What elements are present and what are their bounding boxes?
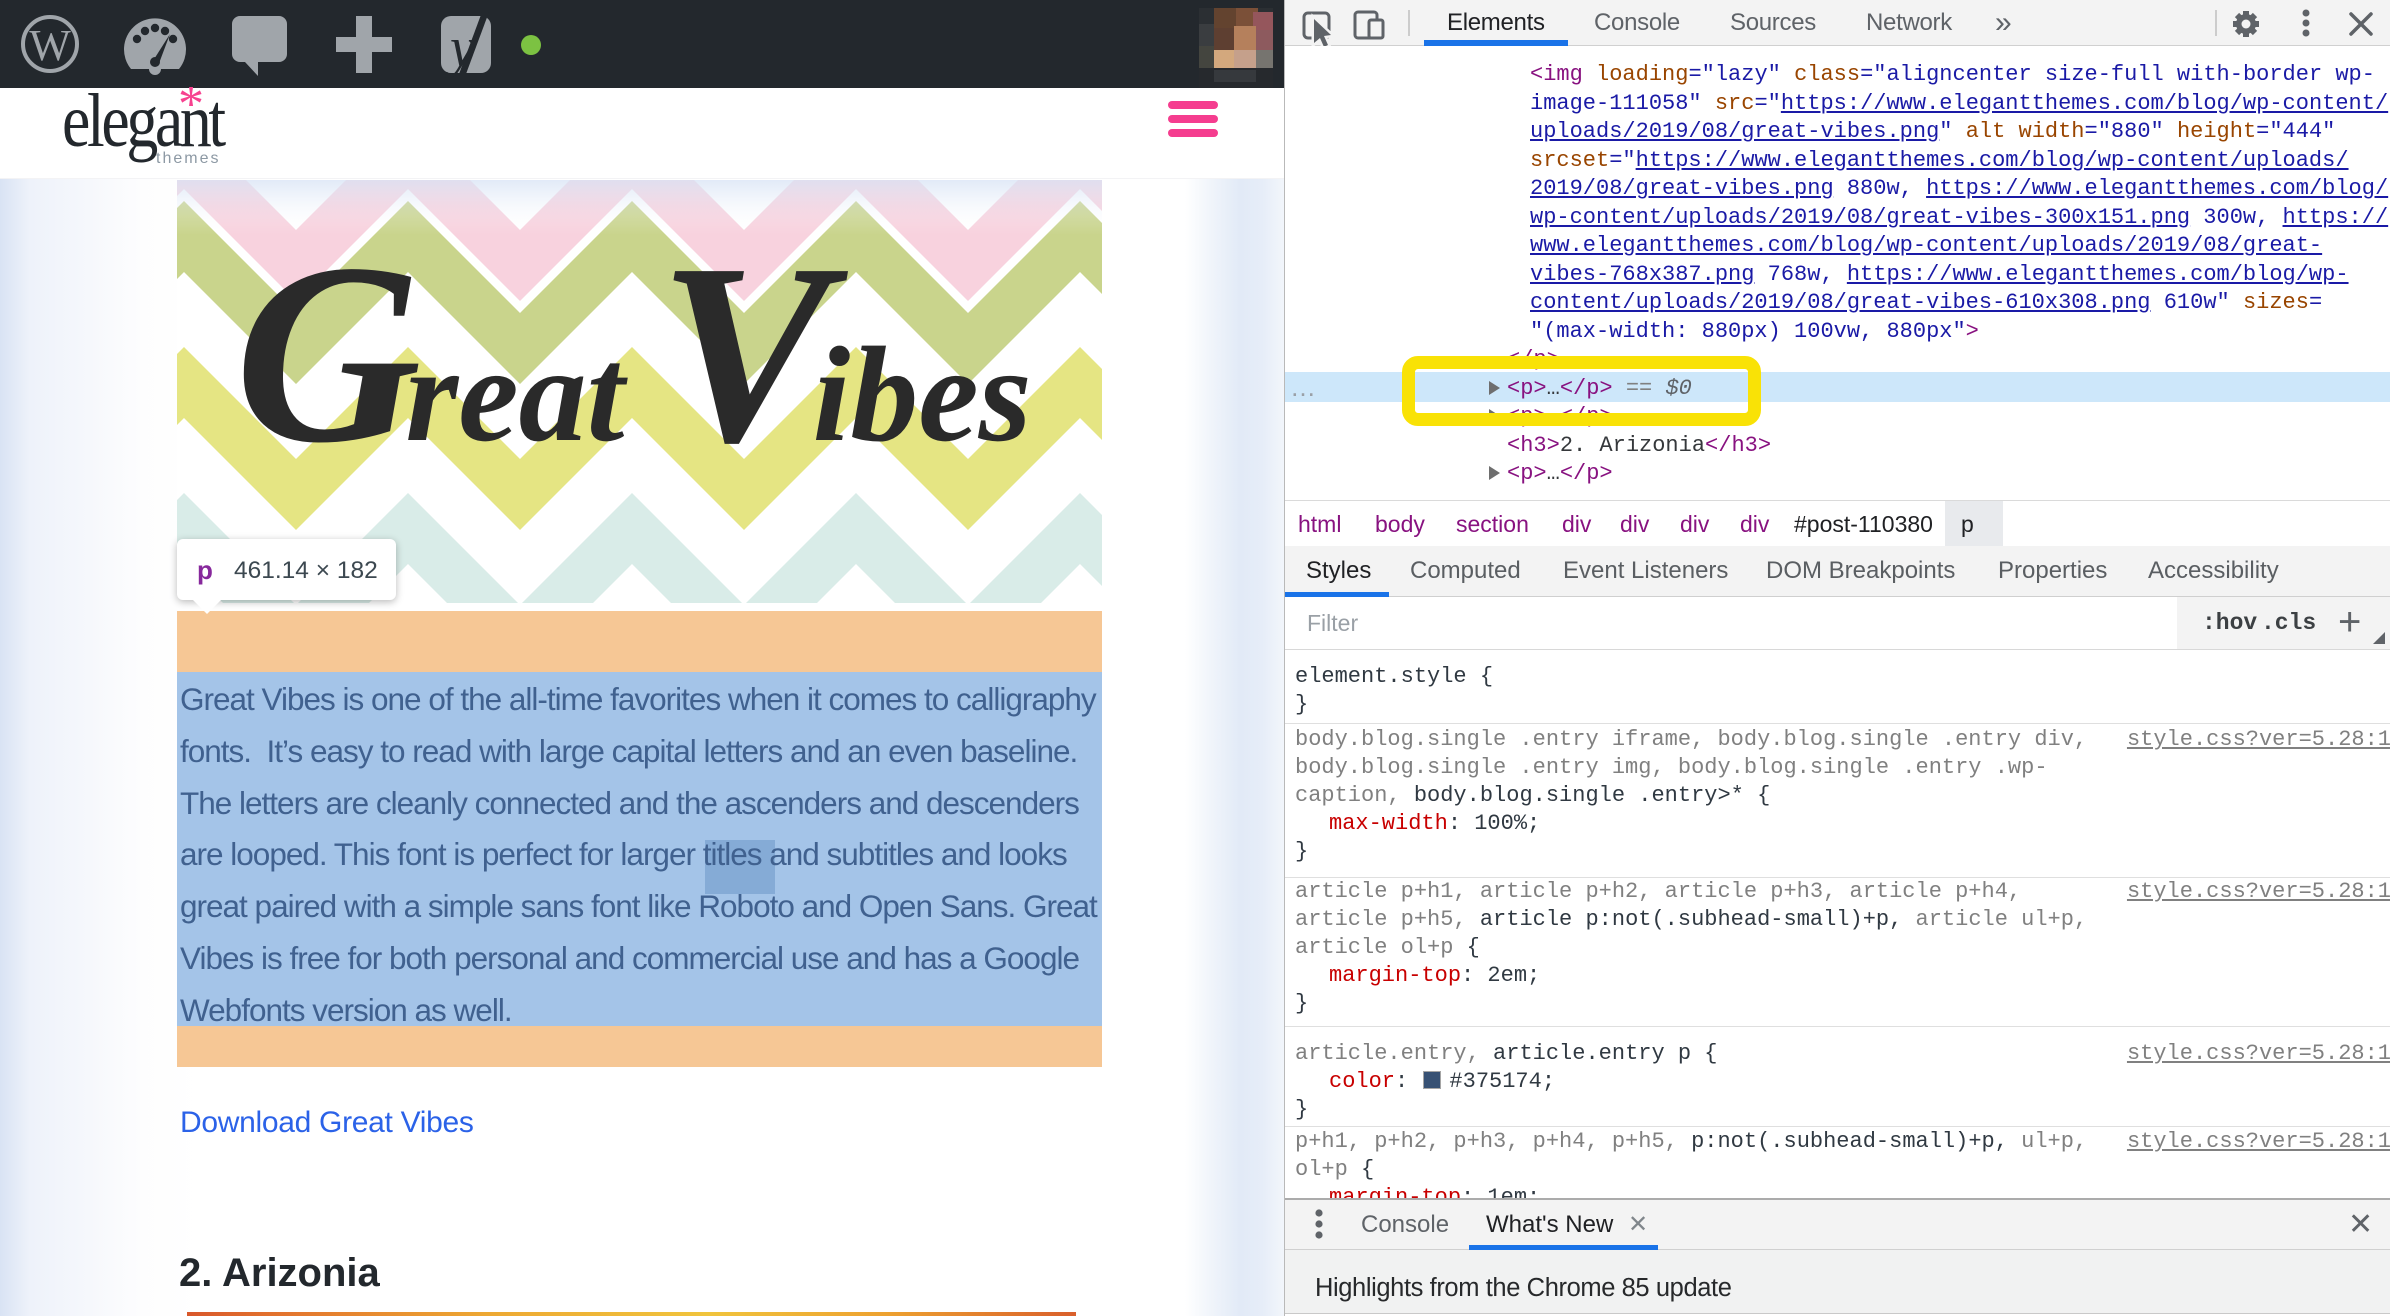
- svg-text:W: W: [29, 21, 71, 70]
